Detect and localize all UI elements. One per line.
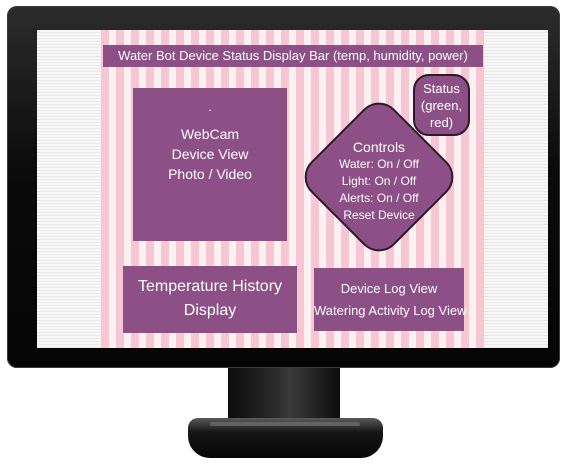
temperature-history-panel: Temperature History Display xyxy=(123,266,297,333)
status-indicator: Status (green, red) xyxy=(413,74,470,136)
monitor-stand-neck xyxy=(228,368,340,420)
monitor-screen: Water Bot Device Status Display Bar (tem… xyxy=(37,30,548,348)
webcam-dot: . xyxy=(208,100,212,114)
temperature-history-line-2: Display xyxy=(183,302,237,319)
device-log-panel: Device Log View Watering Activity Log Vi… xyxy=(314,268,467,331)
control-alerts: Alerts: On / Off xyxy=(339,191,419,205)
status-line-1: Status xyxy=(423,81,460,96)
status-display-bar: Water Bot Device Status Display Bar (tem… xyxy=(103,45,483,67)
device-log-line-2: Watering Activity Log View xyxy=(314,303,467,318)
monitor-stand-highlight xyxy=(210,422,360,426)
monitor-bezel: Water Bot Device Status Display Bar (tem… xyxy=(7,6,560,368)
temperature-history-line-1: Temperature History xyxy=(137,278,283,295)
controls-panel: Controls Water: On / Off Light: On / Off… xyxy=(317,138,441,224)
control-light: Light: On / Off xyxy=(341,174,417,188)
control-reset-device: Reset Device xyxy=(343,208,415,222)
webcam-view-panel: . WebCam Device View Photo / Video xyxy=(133,88,287,241)
status-line-2: (green, xyxy=(420,98,463,113)
status-display-bar-label: Water Bot Device Status Display Bar (tem… xyxy=(118,48,468,63)
status-line-3: red) xyxy=(429,115,454,130)
webcam-line-2: Device View xyxy=(171,146,249,162)
device-log-line-1: Device Log View xyxy=(340,281,438,296)
controls-title: Controls xyxy=(352,139,406,155)
webcam-line-3: Photo / Video xyxy=(168,166,252,182)
control-water: Water: On / Off xyxy=(338,157,420,171)
webcam-line-1: WebCam xyxy=(180,126,240,142)
